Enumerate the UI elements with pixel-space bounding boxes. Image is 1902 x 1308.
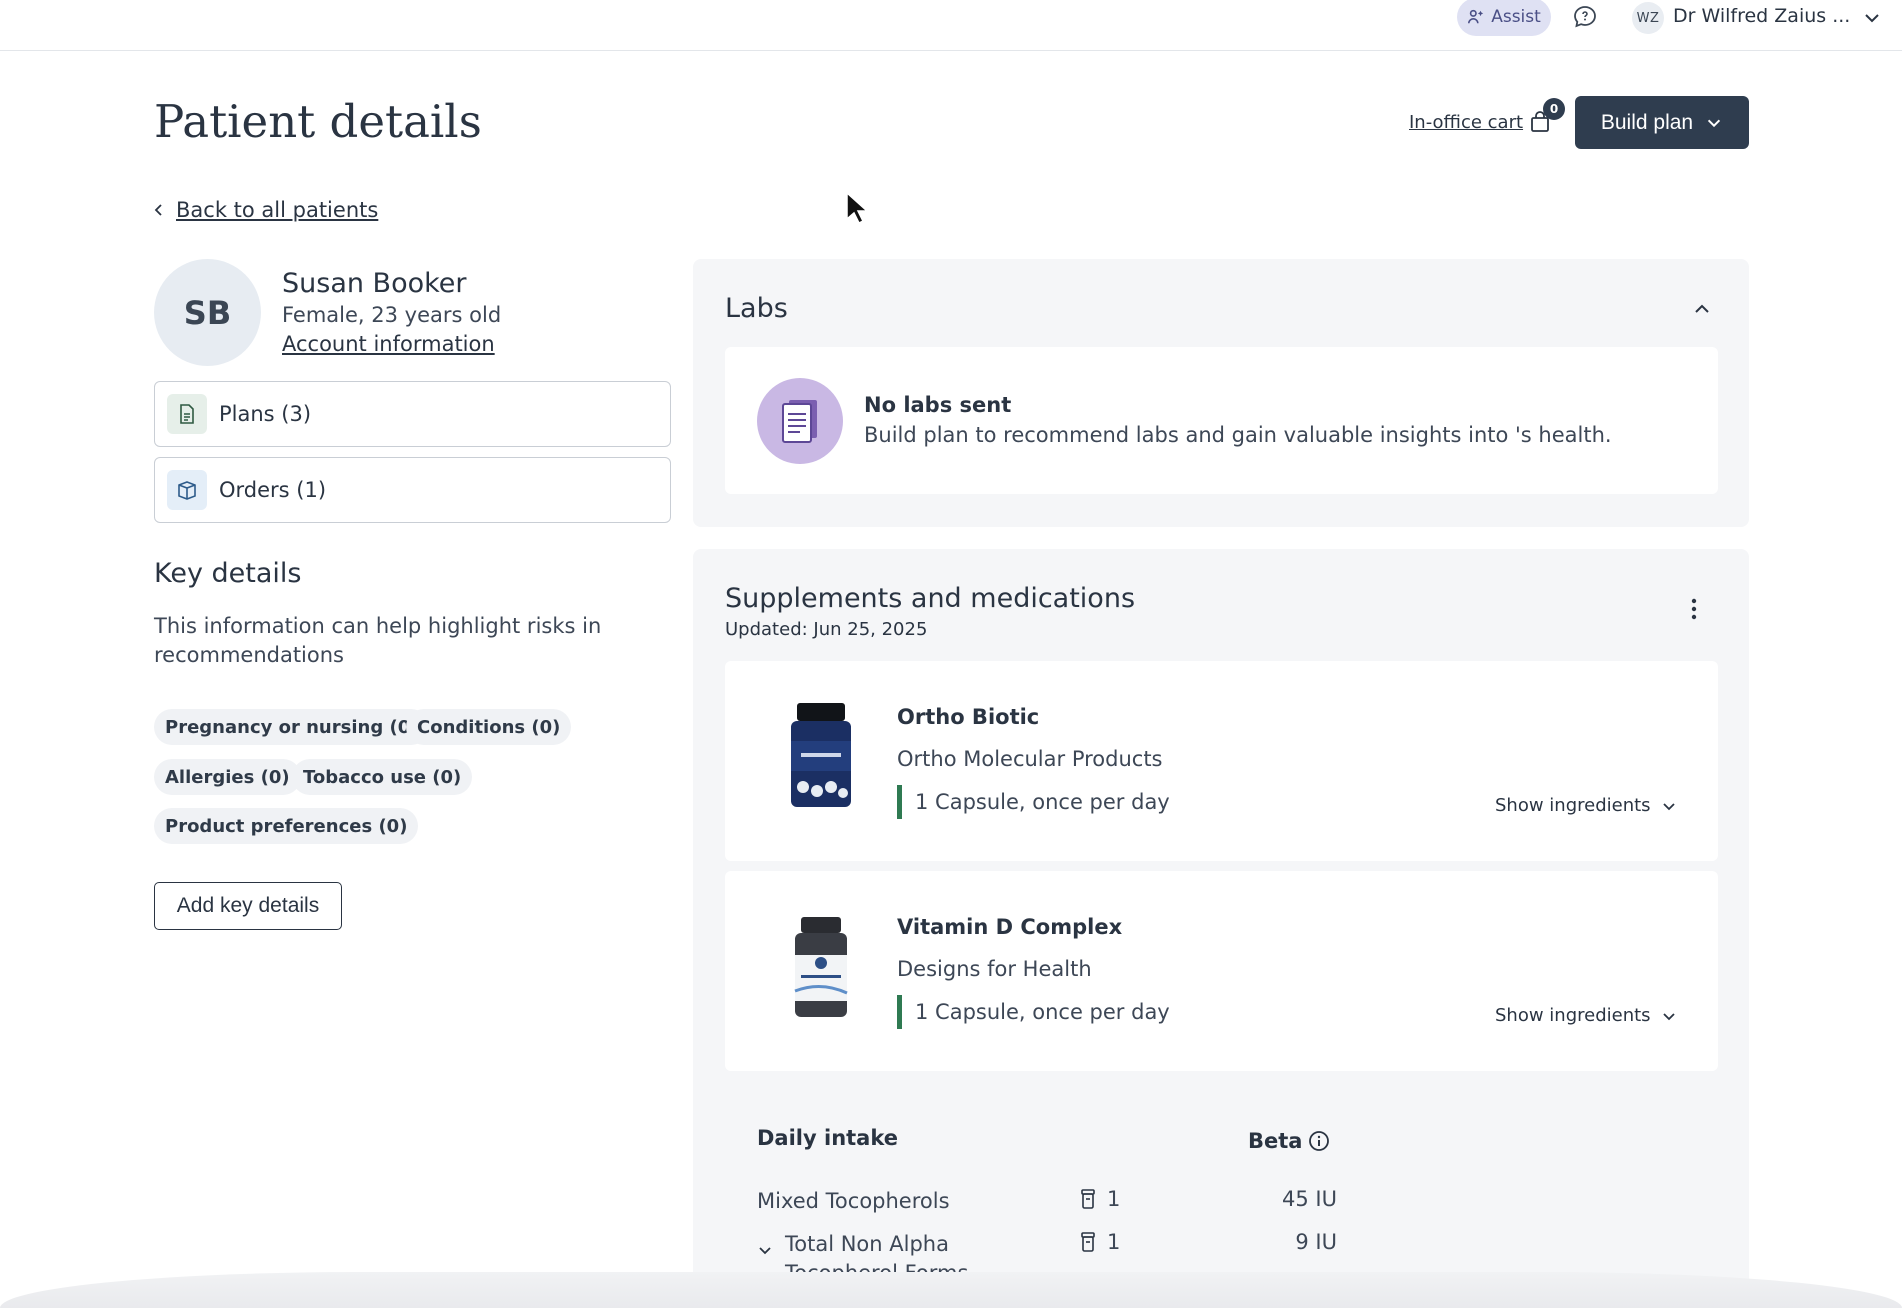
show-ingredients-label: Show ingredients — [1495, 795, 1651, 816]
chip-product-preferences[interactable]: Product preferences (0) — [154, 808, 419, 844]
beta-label-wrap: Beta — [1248, 1129, 1330, 1153]
chevron-down-icon — [1708, 119, 1721, 127]
top-bar: Assist WZ Dr Wilfred Zaius ... — [0, 0, 1902, 51]
patient-avatar: SB — [154, 259, 261, 366]
labs-title: Labs — [725, 293, 788, 324]
chat-icon[interactable] — [1572, 4, 1598, 30]
info-icon[interactable] — [1308, 1130, 1330, 1152]
document-icon — [167, 394, 207, 434]
product-brand: Designs for Health — [897, 957, 1092, 981]
intake-qty: 1 — [1107, 1187, 1121, 1211]
no-labs-text: Build plan to recommend labs and gain va… — [864, 423, 1612, 447]
key-details-description: This information can help highlight risk… — [154, 614, 602, 667]
patient-meta: Female, 23 years old — [282, 303, 502, 327]
supplements-updated: Updated: Jun 25, 2025 — [725, 619, 928, 640]
box-icon — [167, 470, 207, 510]
chevron-down-icon[interactable] — [757, 1242, 773, 1258]
assist-label: Assist — [1491, 7, 1541, 27]
intake-row: Mixed Tocopherols 1 45 IU — [757, 1187, 1337, 1227]
product-name[interactable]: Ortho Biotic — [897, 705, 1039, 729]
product-dose: 1 Capsule, once per day — [897, 785, 1170, 819]
plans-label: Plans (3) — [219, 402, 312, 426]
product-card: Ortho Biotic Ortho Molecular Products 1 … — [725, 661, 1718, 861]
page-title: Patient details — [154, 95, 482, 148]
bottom-overlay — [0, 1272, 1902, 1308]
product-name[interactable]: Vitamin D Complex — [897, 915, 1122, 939]
intake-amount: 9 IU — [1295, 1230, 1337, 1254]
intake-row[interactable]: Total Non Alpha Tocopherol Forms 1 9 IU — [757, 1230, 1337, 1285]
user-name[interactable]: Dr Wilfred Zaius ... — [1673, 5, 1850, 27]
intake-amount: 45 IU — [1282, 1187, 1337, 1211]
labs-panel: Labs No labs sent Build plan to recommen… — [693, 259, 1749, 527]
chip-tobacco[interactable]: Tobacco use (0) — [292, 759, 473, 795]
supplements-title: Supplements and medications — [725, 583, 1136, 614]
chip-allergies[interactable]: Allergies (0) — [154, 759, 301, 795]
chevron-down-icon[interactable] — [1862, 8, 1882, 28]
patient-name: Susan Booker — [282, 268, 467, 299]
in-office-cart-link[interactable]: In-office cart — [1409, 112, 1523, 133]
product-card: Vitamin D Complex Designs for Health 1 C… — [725, 871, 1718, 1071]
account-information-link[interactable]: Account information — [282, 332, 495, 356]
chip-conditions[interactable]: Conditions (0) — [406, 709, 572, 745]
back-label: Back to all patients — [176, 198, 379, 222]
user-avatar[interactable]: WZ — [1632, 2, 1664, 34]
beta-label: Beta — [1248, 1129, 1303, 1153]
pill-bottle-icon — [1081, 1189, 1095, 1209]
assist-icon — [1468, 9, 1484, 24]
plans-button[interactable]: Plans (3) — [154, 381, 671, 447]
intake-qty: 1 — [1107, 1230, 1121, 1254]
supplements-panel: Supplements and medications Updated: Jun… — [693, 549, 1749, 1308]
add-key-details-button[interactable]: Add key details — [154, 882, 342, 930]
build-plan-label: Build plan — [1600, 110, 1694, 134]
show-ingredients-button[interactable]: Show ingredients — [1495, 1005, 1677, 1026]
intake-qty-wrap: 1 — [1079, 1230, 1120, 1254]
intake-name: Mixed Tocopherols — [757, 1189, 950, 1213]
assist-button[interactable]: Assist — [1457, 0, 1551, 36]
mouse-cursor-icon — [846, 191, 867, 225]
chevron-down-icon — [1662, 802, 1675, 810]
product-brand: Ortho Molecular Products — [897, 747, 1163, 771]
ortho-biotic-bottle-image — [791, 703, 851, 807]
daily-intake-title: Daily intake — [757, 1126, 899, 1150]
no-labs-title: No labs sent — [864, 393, 1012, 417]
labs-empty-state: No labs sent Build plan to recommend lab… — [725, 347, 1718, 494]
chevron-left-icon — [154, 204, 162, 216]
product-dose: 1 Capsule, once per day — [897, 995, 1170, 1029]
key-details-title: Key details — [154, 558, 302, 589]
build-plan-button[interactable]: Build plan — [1575, 96, 1749, 149]
chevron-down-icon — [1662, 1012, 1675, 1020]
intake-qty-wrap: 1 — [1079, 1187, 1120, 1211]
clipboard-icon — [757, 378, 843, 464]
chevron-up-icon[interactable] — [1692, 299, 1712, 319]
vitamin-d-bottle-image — [794, 917, 848, 1017]
cart-count-badge: 0 — [1543, 98, 1565, 120]
show-ingredients-button[interactable]: Show ingredients — [1495, 795, 1677, 816]
back-to-patients-link[interactable]: Back to all patients — [152, 198, 378, 222]
pill-bottle-icon — [1081, 1232, 1095, 1252]
orders-button[interactable]: Orders (1) — [154, 457, 671, 523]
chip-pregnancy[interactable]: Pregnancy or nursing (0) — [154, 709, 430, 745]
show-ingredients-label: Show ingredients — [1495, 1005, 1651, 1026]
orders-label: Orders (1) — [219, 478, 327, 502]
more-options-icon[interactable] — [1684, 596, 1704, 622]
